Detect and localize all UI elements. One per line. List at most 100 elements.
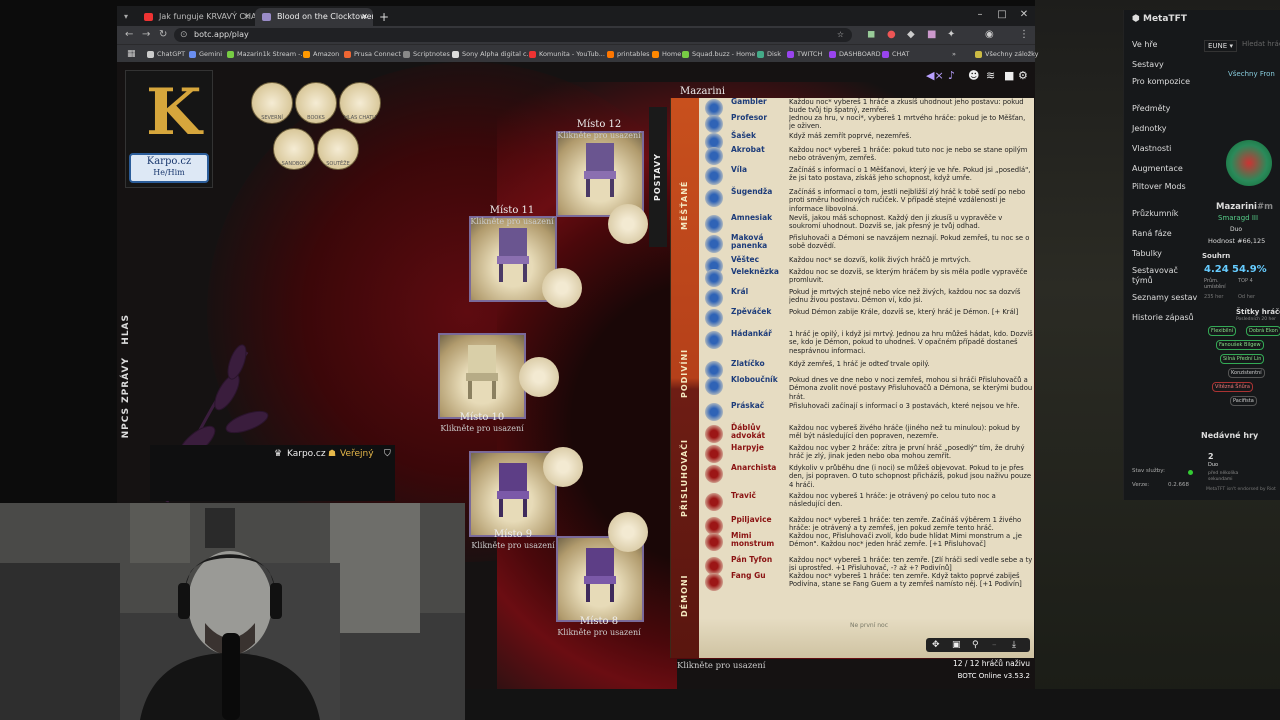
token-sandbox[interactable]: SANDBOX xyxy=(273,128,315,170)
extension-icon[interactable]: ● xyxy=(887,27,896,43)
move-icon[interactable]: ✥ xyxy=(932,639,940,651)
visibility-status[interactable]: Veřejný xyxy=(340,449,374,459)
menu-kebab-icon[interactable]: ⋮ xyxy=(1019,27,1029,43)
role-row[interactable]: Akrobat Každou noc* vybereš 1 hráče: poku… xyxy=(701,146,1034,166)
region-select[interactable]: EUNE ▾ xyxy=(1204,40,1237,52)
reminder-token[interactable] xyxy=(608,512,648,552)
nav-pro-kompozice[interactable]: Pro kompozice xyxy=(1132,77,1190,86)
token-severni[interactable]: SEVERNÍ xyxy=(251,82,293,124)
extension-icon[interactable]: ◼ xyxy=(867,27,875,43)
bookmark-item[interactable]: Gemini xyxy=(189,47,222,61)
new-tab-button[interactable]: + xyxy=(375,8,391,26)
extension-icon[interactable]: ■ xyxy=(927,27,936,43)
nav-piltover-mods[interactable]: Piltover Mods xyxy=(1132,182,1186,191)
npcs-button[interactable]: NPCS xyxy=(121,407,135,438)
reminder-token[interactable] xyxy=(519,357,559,397)
back-icon[interactable]: ← xyxy=(125,27,133,43)
seat-11-label[interactable]: Místo 11 Klikněte pro usazení xyxy=(437,205,587,227)
zoom-icon[interactable]: ⚲ xyxy=(972,639,979,651)
people-icon[interactable]: ☻ xyxy=(968,68,979,84)
role-row[interactable]: Kloboučník Pokud dnes ve dne nebo v noci … xyxy=(701,376,1034,402)
site-info-icon[interactable]: ⊙ xyxy=(180,28,188,42)
all-bookmarks[interactable]: Všechny záložky xyxy=(975,47,1039,61)
role-row[interactable]: Zpěváček Pokud Démon zabije Krále, dozvíš… xyxy=(701,308,1034,327)
nav-sestavy[interactable]: Sestavy xyxy=(1132,60,1164,69)
nav-seznamy-sestav[interactable]: Seznamy sestav xyxy=(1132,293,1197,302)
mute-icon[interactable]: ◀× xyxy=(926,68,944,84)
bookmark-item[interactable]: ChatGPT xyxy=(147,47,185,61)
bookmark-item[interactable]: TWITCH xyxy=(787,47,822,61)
role-row[interactable]: Pán Tyfon Každou noc* vybereš 1 hráče: te… xyxy=(701,556,1034,575)
seat-10[interactable] xyxy=(438,333,526,419)
tab-botc[interactable]: Blood on the Clocktower O ✕ xyxy=(255,8,373,26)
extension-icon[interactable]: ◆ xyxy=(907,27,915,43)
token-souteze[interactable]: SOUTĚŽE xyxy=(317,128,359,170)
role-row[interactable]: Mimi monstrum Každou noc, Přisluhovači zv… xyxy=(701,532,1034,556)
reload-icon[interactable]: ↻ xyxy=(159,27,167,43)
role-row[interactable]: Veleknězka Každou noc se dozvíš, se který… xyxy=(701,268,1034,288)
role-row[interactable]: Harpyje Každou noc vyber 2 hráče: zítra j… xyxy=(701,444,1034,464)
close-icon[interactable]: ✕ xyxy=(361,8,368,26)
voice-button[interactable]: HLAS xyxy=(121,314,135,345)
bookmark-item[interactable]: Home xyxy=(652,47,681,61)
player-search-input[interactable]: Hledat hráče xyxy=(1242,40,1280,48)
role-row[interactable]: Gambler Každou noc* vybereš 1 hráče a zku… xyxy=(701,98,1034,117)
mic-off-icon[interactable]: ♪ xyxy=(948,68,955,84)
role-row[interactable]: Práskač Přisluhovači začínají s informací… xyxy=(701,402,1034,422)
seat-8-label[interactable]: Místo 8 Klikněte pro usazení xyxy=(524,616,674,638)
role-row[interactable]: Zlatíčko Když zemřeš, 1 hráč je odteď trv… xyxy=(701,360,1034,379)
star-icon[interactable]: ☆ xyxy=(837,28,844,42)
filter-tab[interactable]: Všechny Fron xyxy=(1228,70,1275,78)
bookmark-item[interactable]: printables xyxy=(607,47,650,61)
nav-vlastnosti[interactable]: Vlastnosti xyxy=(1132,144,1171,153)
token-chat[interactable]: HLAS CHATU xyxy=(339,82,381,124)
reminder-token[interactable] xyxy=(608,204,648,244)
settings-gear-icon[interactable]: ⚙ xyxy=(1018,68,1028,84)
role-row[interactable]: Hádankář 1 hráč je opilý, i když jsi mrtv… xyxy=(701,330,1034,360)
bookmark-item[interactable]: CHAT xyxy=(882,47,909,61)
bookmark-item[interactable]: Komunita - YouTub... xyxy=(529,47,605,61)
profile-icon[interactable]: ◉ xyxy=(985,27,994,43)
seat-10-label[interactable]: Místo 10 Klikněte pro usazení xyxy=(407,412,557,434)
token-books[interactable]: BOOKS xyxy=(295,82,337,124)
role-row[interactable]: Amnesiak Nevíš, jakou máš schopnost. Každ… xyxy=(701,214,1034,234)
nav-historie[interactable]: Historie zápasů xyxy=(1132,313,1194,322)
role-row[interactable]: Fang Gu Každou noc* vybereš 1 hráče: ten … xyxy=(701,572,1034,598)
role-row[interactable]: Král Pokud je mrtvých stejně nebo více ne… xyxy=(701,288,1034,308)
bookmark-item[interactable]: Squad.buzz - Home xyxy=(682,47,755,61)
apps-icon[interactable]: ▦ xyxy=(127,47,136,61)
nav-ve-hre[interactable]: Ve hře xyxy=(1132,40,1157,49)
role-row[interactable]: Anarchista Kdykoliv v průběhu dne (i noci… xyxy=(701,464,1034,492)
nav-rana-faze[interactable]: Raná fáze xyxy=(1132,229,1172,238)
nav-sestavovac[interactable]: Sestavovač týmů xyxy=(1132,266,1192,286)
more-bookmarks-icon[interactable]: » xyxy=(952,47,956,61)
minus-icon[interactable]: – xyxy=(992,639,997,651)
role-row[interactable]: Maková panenka Přisluhovači a Démoni se n… xyxy=(701,234,1034,256)
window-icon[interactable]: ▣ xyxy=(952,639,961,651)
bookmark-item[interactable]: Amazon xyxy=(303,47,339,61)
bookmark-item[interactable]: Prusa Connect xyxy=(344,47,401,61)
minimize-icon[interactable]: – xyxy=(969,6,991,24)
bookmark-item[interactable]: Scriptnotes xyxy=(403,47,450,61)
maximize-icon[interactable]: □ xyxy=(991,6,1013,24)
tab-youtube[interactable]: Jak funguje KRVAVÝ CHAOS? | ✕ xyxy=(137,8,255,26)
role-row[interactable]: Víla Začínáš s informací o 1 Měšťanovi, k… xyxy=(701,166,1034,188)
close-window-icon[interactable]: ✕ xyxy=(1013,6,1035,24)
tab-list-button[interactable]: ▾ xyxy=(119,8,133,26)
reminder-token[interactable] xyxy=(543,447,583,487)
wifi-icon[interactable]: ≋ xyxy=(986,68,995,84)
bookmark-item[interactable]: Mazarin1k Stream -... xyxy=(227,47,307,61)
url-input[interactable]: ⊙ botc.app/play ☆ xyxy=(174,28,852,42)
nav-jednotky[interactable]: Jednotky xyxy=(1132,124,1167,133)
nav-augmentace[interactable]: Augmentace xyxy=(1132,164,1183,173)
forward-icon[interactable]: → xyxy=(142,27,150,43)
seat-bottom-label[interactable]: Klikněte pro usazení xyxy=(677,661,766,671)
role-row[interactable]: Ppiljavice Každou noc* vybereš 1 hráče: t… xyxy=(701,516,1034,535)
settings-shield-icon[interactable]: ⛉ xyxy=(384,449,391,459)
camera-icon[interactable]: ■ xyxy=(1004,68,1014,84)
reminder-token[interactable] xyxy=(542,268,582,308)
nav-predmety[interactable]: Předměty xyxy=(1132,104,1170,113)
bookmark-item[interactable]: Sony Alpha digital c... xyxy=(452,47,533,61)
characters-tab[interactable]: POSTAVY xyxy=(649,107,667,247)
role-row[interactable]: Profesor Jednou za hru, v noci*, vybereš … xyxy=(701,114,1034,133)
